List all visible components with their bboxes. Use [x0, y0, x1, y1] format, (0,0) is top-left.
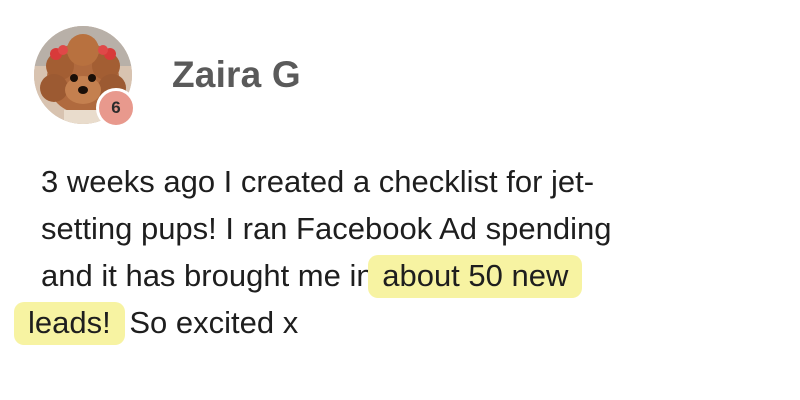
post-line-3-text: and it has brought me in	[41, 258, 383, 293]
highlight-leads: leads!	[14, 302, 125, 345]
post-line-3: and it has brought me in about 50 new	[41, 252, 781, 299]
highlight-leads-count: about 50 new	[368, 255, 583, 298]
post-line-4: leads! So excited x	[14, 299, 781, 346]
level-badge: 6	[96, 88, 136, 128]
post-body: 3 weeks ago I created a checklist for je…	[14, 158, 781, 346]
author-name[interactable]: Zaira G	[172, 54, 301, 96]
post-line-1: 3 weeks ago I created a checklist for je…	[41, 164, 595, 199]
avatar-container[interactable]: 6	[34, 26, 140, 132]
post-card: 6 Zaira G 3 weeks ago I created a checkl…	[0, 0, 800, 400]
post-tail-text: So excited x	[120, 305, 299, 340]
post-line-2: setting pups! I ran Facebook Ad spending	[41, 211, 612, 246]
